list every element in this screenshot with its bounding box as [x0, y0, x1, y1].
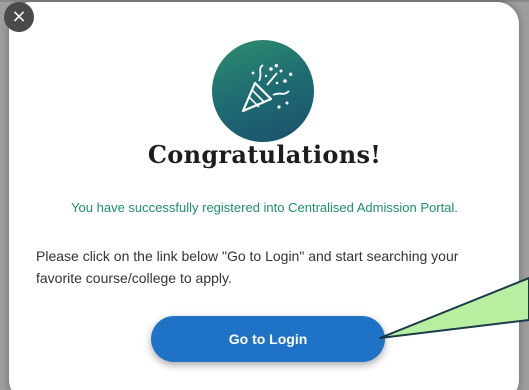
party-popper-icon	[212, 40, 314, 142]
instructions-text: Please click on the link below "Go to Lo…	[36, 248, 459, 286]
modal-title: Congratulations!	[147, 140, 382, 169]
success-message: You have successfully registered into Ce…	[71, 200, 458, 215]
party-popper-glyph	[241, 63, 293, 113]
go-to-login-button[interactable]: Go to Login	[151, 316, 385, 362]
close-button[interactable]: ×	[4, 2, 34, 32]
